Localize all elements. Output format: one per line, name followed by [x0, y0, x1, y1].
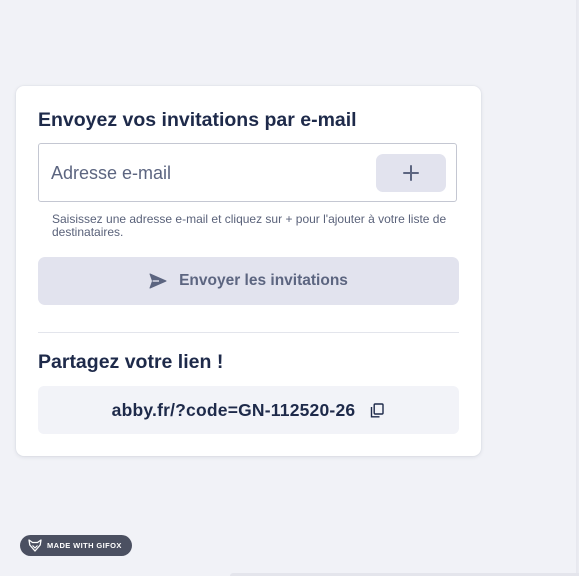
share-link-box: abby.fr/?code=GN-112520-26: [38, 386, 459, 434]
invite-card: Envoyez vos invitations par e-mail Saisi…: [16, 86, 481, 456]
fox-icon: [28, 539, 42, 552]
share-link-text[interactable]: abby.fr/?code=GN-112520-26: [112, 400, 356, 421]
section-divider: [38, 332, 459, 333]
email-input[interactable]: [51, 154, 361, 192]
send-invitations-button[interactable]: Envoyer les invitations: [38, 257, 459, 305]
email-input-group: [38, 143, 457, 202]
send-icon: [149, 273, 167, 289]
plus-icon: [402, 164, 420, 182]
add-email-button[interactable]: [376, 154, 446, 192]
gifox-badge-label: MADE WITH GIFOX: [47, 541, 122, 550]
send-invitations-label: Envoyer les invitations: [179, 272, 348, 289]
gifox-badge: MADE WITH GIFOX: [20, 535, 132, 556]
email-helper-text: Saisissez une adresse e-mail et cliquez …: [52, 212, 447, 239]
share-link-title: Partagez votre lien !: [38, 351, 224, 373]
invite-card-title: Envoyez vos invitations par e-mail: [38, 109, 357, 131]
copy-link-button[interactable]: [369, 401, 385, 419]
copy-icon: [370, 402, 385, 418]
